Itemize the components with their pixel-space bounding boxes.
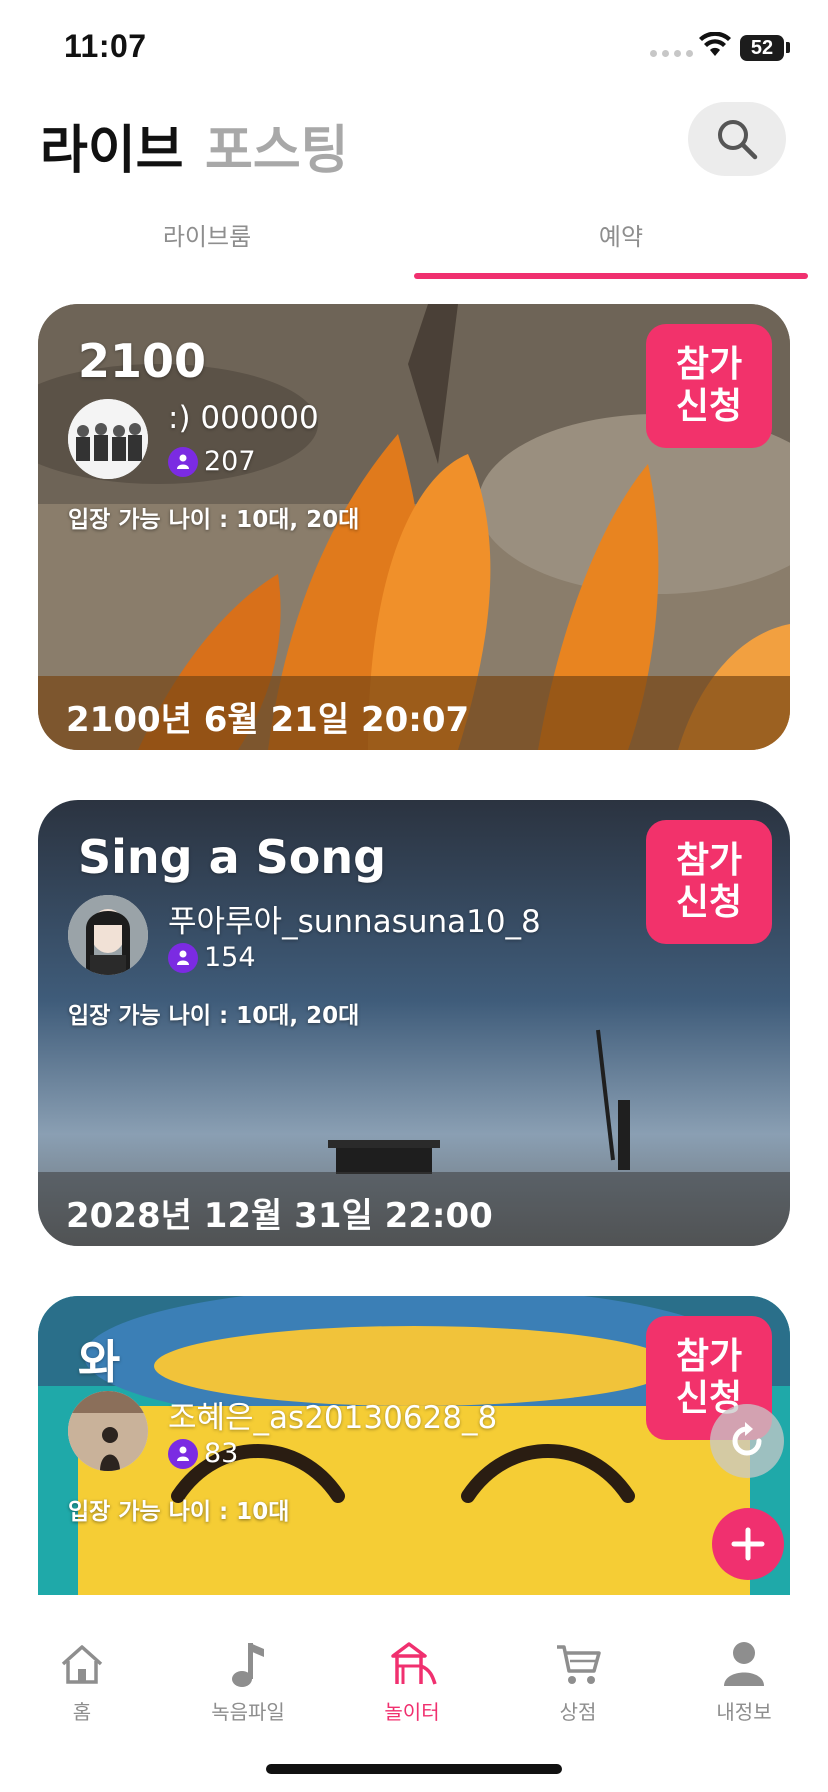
bottom-tab-bar: 홈 녹음파일 놀이터 상점 내정보 [0, 1598, 828, 1792]
tab-label: 녹음파일 [211, 1700, 285, 1724]
room-title: 2100 [78, 334, 207, 388]
age-restriction: 입장 가능 나이 : 10대, 20대 [68, 1003, 360, 1029]
battery-indicator: 52 [740, 35, 784, 61]
join-label-line1: 참가 [675, 840, 743, 881]
room-title: 와 [78, 1335, 121, 1389]
host-name: 푸아루아_sunnasuna10_8 [168, 904, 541, 940]
join-request-button[interactable]: 참가 신청 [646, 324, 772, 448]
host-avatar[interactable] [68, 399, 148, 479]
tab-my-info[interactable]: 내정보 [684, 1638, 804, 1725]
live-card[interactable]: Sing a Song 푸아루아_sunnasuna10_8 154 입장 가능… [38, 800, 790, 1246]
person-icon [168, 446, 198, 477]
participant-count-value: 154 [204, 942, 256, 973]
participant-count: 83 [168, 1438, 238, 1469]
refresh-button[interactable] [710, 1404, 784, 1478]
header: 라이브 포스팅 [0, 100, 828, 190]
avatar-image [68, 895, 148, 975]
tab-label: 내정보 [716, 1700, 772, 1724]
status-time: 11:07 [64, 28, 147, 64]
cart-icon [557, 1645, 601, 1684]
tab-recordings[interactable]: 녹음파일 [188, 1638, 308, 1725]
cellular-signal-icon [650, 50, 693, 57]
wifi-icon [699, 32, 731, 56]
participant-count-value: 83 [204, 1438, 239, 1469]
schedule-bar: 2028년 12월 31일 22:00 [38, 1172, 790, 1246]
participant-count: 154 [168, 942, 256, 973]
join-label-line1: 참가 [675, 1336, 743, 1377]
host-name: 조혜은_as20130628_8 [168, 1400, 498, 1436]
host-name: :) 000000 [168, 400, 319, 436]
status-bar: 11:07 52 [0, 0, 828, 90]
search-icon [718, 120, 758, 160]
host-avatar[interactable] [68, 895, 148, 975]
tab-label: 놀이터 [384, 1700, 440, 1724]
join-request-button[interactable]: 참가 신청 [646, 820, 772, 944]
person-icon [724, 1642, 764, 1686]
tab-posting[interactable]: 포스팅 [205, 108, 349, 183]
tab-live[interactable]: 라이브 [40, 108, 184, 183]
age-restriction: 입장 가능 나이 : 10대, 20대 [68, 507, 360, 533]
person-icon [168, 1438, 198, 1469]
host-avatar[interactable] [68, 1391, 148, 1471]
schedule-date: 2100년 6월 21일 20:07 [66, 700, 470, 740]
tab-playground[interactable]: 놀이터 [352, 1638, 472, 1725]
subtab-reservation[interactable]: 예약 [414, 217, 828, 252]
person-icon [168, 942, 198, 973]
battery-cap [786, 42, 790, 53]
sub-tabs: 라이브룸 예약 [0, 205, 828, 283]
playground-icon [391, 1642, 437, 1685]
search-button[interactable] [688, 102, 786, 176]
home-indicator [266, 1764, 562, 1774]
tab-shop[interactable]: 상점 [518, 1638, 638, 1725]
refresh-icon [732, 1422, 762, 1456]
join-label-line1: 참가 [675, 344, 743, 385]
age-restriction: 입장 가능 나이 : 10대 [68, 1499, 290, 1525]
live-card[interactable]: 2100 :) 000000 207 입장 가능 나이 : 10대, 20대 참… [38, 304, 790, 750]
add-room-button[interactable] [712, 1508, 784, 1580]
join-label-line2: 신청 [675, 882, 743, 923]
schedule-bar: 2100년 6월 21일 20:07 [38, 676, 790, 750]
subtab-liveroom[interactable]: 라이브룸 [0, 217, 414, 252]
join-label-line2: 신청 [675, 386, 743, 427]
participant-count: 207 [168, 446, 256, 477]
active-tab-indicator [414, 273, 808, 279]
tab-label: 상점 [559, 1700, 597, 1724]
music-note-icon [232, 1643, 264, 1687]
tab-home[interactable]: 홈 [22, 1638, 142, 1725]
plus-icon [731, 1527, 765, 1561]
avatar-image [68, 1391, 148, 1471]
live-card-list[interactable]: 2100 :) 000000 207 입장 가능 나이 : 10대, 20대 참… [0, 300, 828, 1595]
schedule-date: 2028년 12월 31일 22:00 [66, 1196, 493, 1236]
home-icon [61, 1645, 103, 1684]
avatar-image [68, 399, 148, 479]
live-card[interactable]: 와 조혜은_as20130628_8 83 입장 가능 나이 : 10대 참가 … [38, 1296, 790, 1595]
participant-count-value: 207 [204, 446, 256, 477]
room-title: Sing a Song [78, 830, 387, 884]
tab-label: 홈 [72, 1700, 92, 1724]
